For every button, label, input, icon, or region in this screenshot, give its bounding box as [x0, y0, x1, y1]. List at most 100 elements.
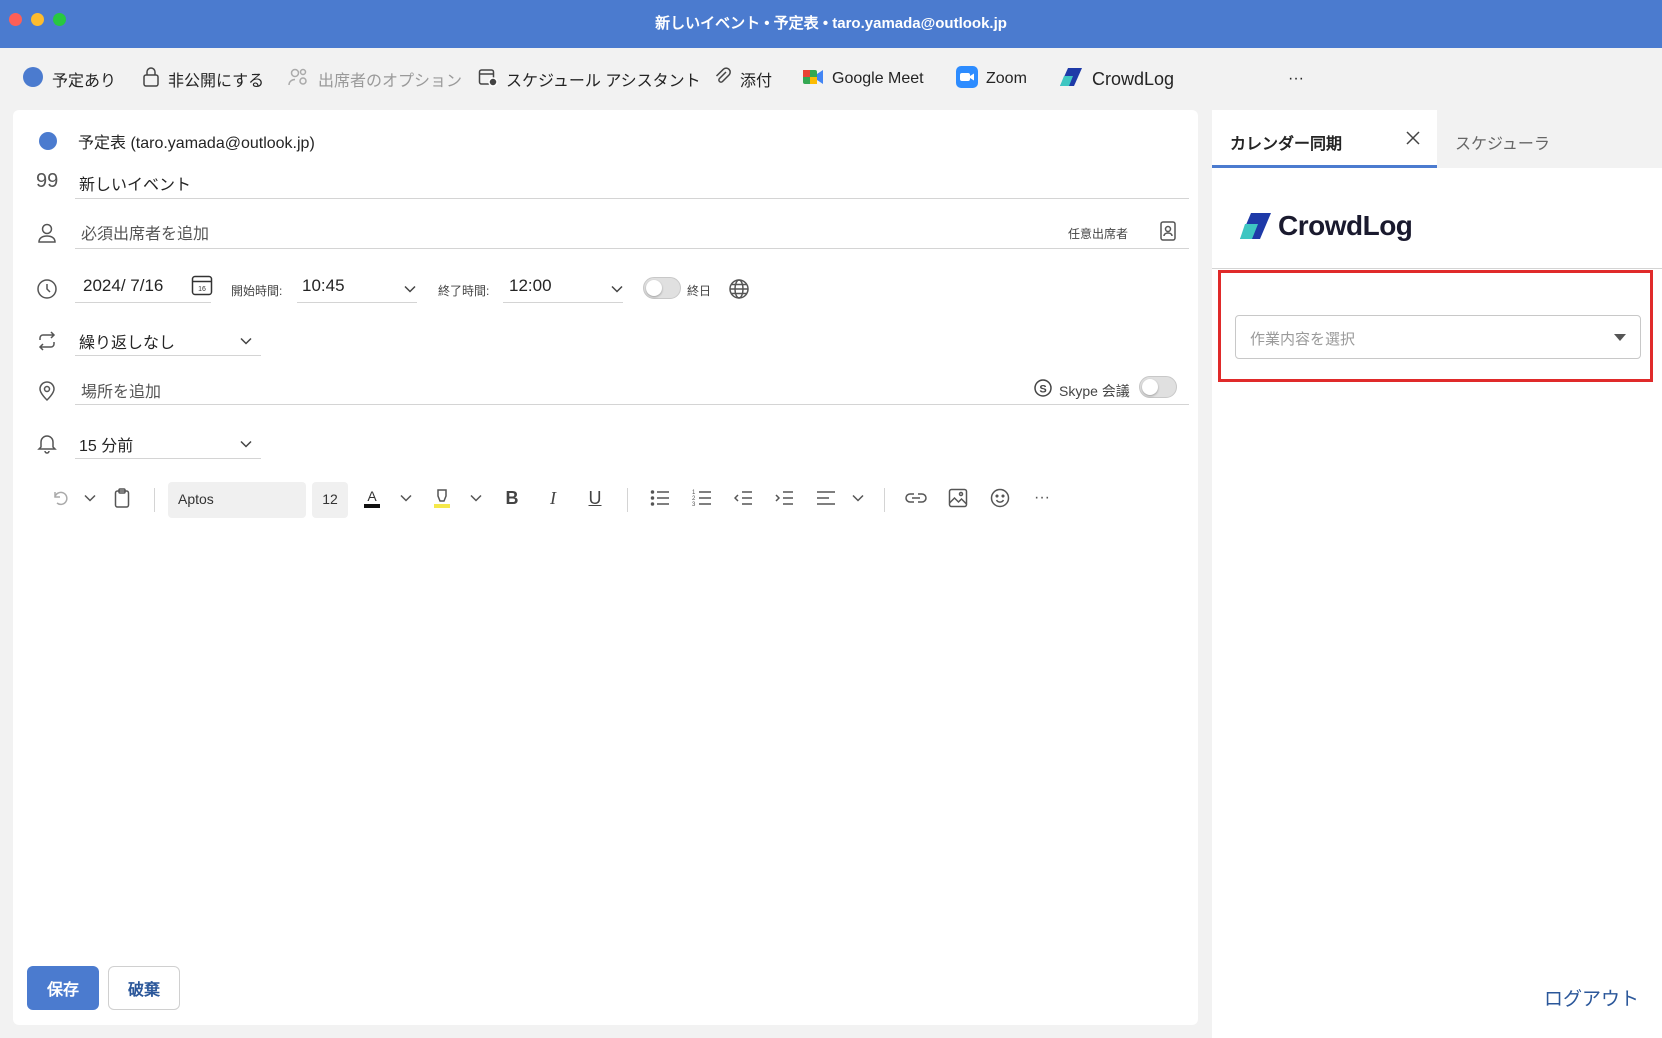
font-size-select[interactable]: 12	[312, 482, 348, 518]
increase-indent-icon[interactable]	[773, 486, 797, 510]
decrease-indent-icon[interactable]	[732, 486, 756, 510]
repeat-underline	[75, 355, 261, 356]
date-picker-icon[interactable]: 16	[191, 274, 215, 298]
font-color-dropdown-icon[interactable]	[394, 486, 418, 510]
font-color-icon[interactable]: A	[360, 486, 384, 510]
format-more-button[interactable]: ···	[1030, 486, 1054, 510]
align-icon[interactable]	[814, 486, 838, 510]
attach-button[interactable]: 添付	[714, 66, 772, 92]
crowdlog-logo-text: CrowdLog	[1278, 210, 1413, 241]
skype-toggle[interactable]	[1139, 376, 1177, 398]
crowdlog-label: CrowdLog	[1092, 68, 1175, 89]
repeat-select[interactable]: 繰り返しなし	[79, 329, 175, 353]
ribbon-more-button[interactable]: ···	[1288, 67, 1304, 91]
work-content-placeholder: 作業内容を選択	[1250, 331, 1356, 348]
optional-attendees-button[interactable]: 任意出席者	[1068, 225, 1128, 242]
svg-text:A: A	[367, 488, 377, 504]
zoom-button[interactable]: Zoom	[956, 65, 1027, 93]
underline-button[interactable]: U	[583, 486, 607, 510]
reminder-select[interactable]: 15 分前	[79, 432, 133, 456]
caret-down-icon	[1614, 334, 1626, 341]
start-time-select[interactable]: 10:45	[302, 276, 345, 296]
location-underline	[75, 404, 1189, 405]
all-day-toggle[interactable]	[643, 277, 681, 299]
undo-dropdown-icon[interactable]	[78, 486, 102, 510]
address-book-icon[interactable]	[1159, 220, 1183, 244]
highlighter-dropdown-icon[interactable]	[464, 486, 488, 510]
google-meet-button[interactable]: Google Meet	[802, 67, 924, 91]
tab-calendar-sync[interactable]: カレンダー同期	[1212, 110, 1437, 168]
clock-icon	[36, 278, 60, 302]
close-icon[interactable]	[1404, 129, 1422, 147]
toolbar-separator	[627, 488, 628, 512]
busy-status-label: 予定あり	[52, 73, 117, 90]
calendar-color-icon[interactable]	[37, 130, 61, 154]
globe-icon[interactable]	[728, 278, 752, 302]
paperclip-icon	[714, 66, 732, 92]
bold-button[interactable]: B	[500, 486, 524, 510]
tab-calendar-sync-label: カレンダー同期	[1230, 136, 1343, 153]
people-settings-icon	[288, 67, 310, 92]
private-label: 非公開にする	[168, 73, 265, 90]
lock-icon	[142, 66, 160, 92]
busy-status-icon	[22, 66, 44, 93]
logout-link[interactable]: ログアウト	[1544, 984, 1639, 1011]
bell-icon	[36, 432, 60, 456]
italic-button[interactable]: I	[541, 486, 565, 510]
zoom-icon	[956, 65, 978, 93]
ribbon-more-label: ···	[1288, 70, 1304, 87]
attendee-options-button[interactable]: 出席者のオプション	[288, 67, 462, 91]
chevron-down-icon[interactable]	[239, 437, 253, 451]
skype-label: Skype 会議	[1059, 383, 1130, 399]
google-meet-label: Google Meet	[832, 70, 924, 87]
svg-text:S: S	[1039, 384, 1046, 396]
crowdlog-button[interactable]: CrowdLog	[1060, 67, 1174, 91]
crowdlog-logo-icon	[1240, 213, 1271, 239]
attendees-underline	[75, 248, 1189, 249]
calendar-selector[interactable]: 予定表 (taro.yamada@outlook.jp)	[78, 129, 315, 153]
numbered-list-icon[interactable]: 123	[690, 486, 714, 510]
discard-button[interactable]: 破棄	[108, 966, 180, 1010]
side-pane-tabs: カレンダー同期 スケジューラ	[1212, 110, 1662, 168]
tab-scheduler[interactable]: スケジューラ	[1455, 130, 1550, 154]
undo-icon[interactable]	[48, 486, 72, 510]
save-button[interactable]: 保存	[27, 966, 99, 1010]
bullet-list-icon[interactable]	[648, 486, 672, 510]
crowdlog-logo: CrowdLog	[1240, 210, 1413, 242]
schedule-assistant-button[interactable]: スケジュール アシスタント	[478, 67, 701, 91]
event-title-input[interactable]: 新しいイベント	[79, 171, 191, 195]
font-family-select[interactable]: Aptos	[168, 482, 306, 518]
highlighter-icon[interactable]	[430, 486, 454, 510]
chevron-down-icon[interactable]	[610, 282, 624, 296]
skype-icon: S	[1033, 378, 1057, 402]
ribbon-toolbar: 予定あり 非公開にする 出席者のオプション スケジュール アシスタント 添付 G…	[0, 48, 1662, 110]
toolbar-separator	[884, 488, 885, 512]
work-content-select[interactable]: 作業内容を選択	[1235, 315, 1641, 359]
link-icon[interactable]	[904, 486, 928, 510]
attendee-options-label: 出席者のオプション	[318, 73, 463, 90]
schedule-assistant-label: スケジュール アシスタント	[506, 73, 701, 90]
chevron-down-icon[interactable]	[403, 282, 417, 296]
event-compose-panel: 予定表 (taro.yamada@outlook.jp) 99 新しいイベント …	[13, 110, 1198, 1025]
private-button[interactable]: 非公開にする	[142, 66, 265, 92]
end-time-select[interactable]: 12:00	[509, 276, 552, 296]
date-underline	[75, 302, 211, 303]
start-time-label: 開始時間:	[231, 284, 283, 298]
window-title: 新しいイベント • 予定表 • taro.yamada@outlook.jp	[655, 15, 1007, 32]
start-time-underline	[297, 302, 417, 303]
busy-status-button[interactable]: 予定あり	[22, 66, 117, 93]
chevron-down-icon[interactable]	[239, 334, 253, 348]
location-input[interactable]: 場所を追加	[81, 378, 161, 402]
calendar-clock-icon	[478, 67, 498, 92]
image-icon[interactable]	[946, 486, 970, 510]
required-attendees-input[interactable]: 必須出席者を追加	[81, 220, 209, 244]
crowdlog-icon	[1060, 67, 1084, 92]
zoom-label: Zoom	[986, 70, 1027, 87]
date-input[interactable]: 2024/ 7/16	[83, 276, 163, 296]
toolbar-separator	[154, 488, 155, 512]
end-time-underline	[503, 302, 623, 303]
clipboard-icon[interactable]	[110, 486, 134, 510]
title-bar: 新しいイベント • 予定表 • taro.yamada@outlook.jp	[0, 0, 1662, 48]
align-dropdown-icon[interactable]	[846, 486, 870, 510]
emoji-icon[interactable]	[988, 486, 1012, 510]
